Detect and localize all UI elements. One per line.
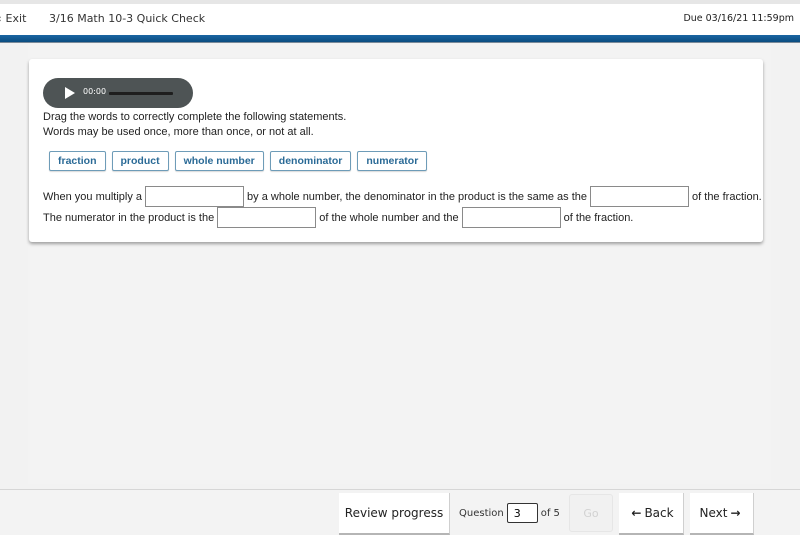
statement-1: When you multiply a by a whole number, t… xyxy=(43,186,762,207)
header-accent-bar xyxy=(0,35,800,43)
statement-2-text-a: The numerator in the product is the xyxy=(43,211,215,224)
drop-zone-1[interactable] xyxy=(145,186,245,207)
instructions-line-1: Drag the words to correctly complete the… xyxy=(43,111,347,123)
audio-time: 00:00 xyxy=(83,87,107,96)
exit-button[interactable]: ‹Exit xyxy=(0,12,26,25)
statement-1-text-b: by a whole number, the denominator in th… xyxy=(247,190,588,203)
back-button[interactable]: ← Back xyxy=(619,493,684,535)
audio-player[interactable]: 00:00 xyxy=(43,78,193,108)
word-chip-product[interactable]: product xyxy=(111,151,169,171)
statement-1-text-a: When you multiply a xyxy=(43,190,143,203)
statement-2-text-c: of the fraction. xyxy=(563,211,634,224)
next-label: Next xyxy=(699,506,728,520)
play-icon[interactable] xyxy=(65,87,75,99)
question-label: Question xyxy=(459,507,504,519)
question-card: 00:00 Drag the words to correctly comple… xyxy=(29,59,763,242)
word-chip-whole-number[interactable]: whole number xyxy=(174,151,264,171)
instructions-line-2: Words may be used once, more than once, … xyxy=(43,126,314,138)
word-chip-denominator[interactable]: denominator xyxy=(269,151,352,171)
instructions: Drag the words to correctly complete the… xyxy=(43,110,346,140)
arrow-left-icon: ← xyxy=(631,506,642,520)
chevron-left-icon: ‹ xyxy=(0,12,2,25)
exit-label: Exit xyxy=(5,12,27,25)
statement-1-text-c: of the fraction. xyxy=(692,190,762,203)
assignment-title: 3/16 Math 10-3 Quick Check xyxy=(49,12,206,25)
go-button[interactable]: Go xyxy=(569,494,613,532)
next-button[interactable]: Next → xyxy=(690,493,754,535)
statement-2-text-b: of the whole number and the xyxy=(319,211,459,224)
question-number-input[interactable] xyxy=(506,503,538,523)
word-chip-numerator[interactable]: numerator xyxy=(357,151,428,171)
footer-nav: Review progress Question of 5 Go ←Back N… xyxy=(0,489,800,535)
drop-zone-4[interactable] xyxy=(461,207,561,228)
question-total: of 5 xyxy=(540,507,560,519)
header: ‹Exit 3/16 Math 10-3 Quick Check Due 03/… xyxy=(0,4,800,35)
arrow-right-icon: → xyxy=(730,506,741,520)
back-label: Back xyxy=(644,506,674,520)
drop-zone-2[interactable] xyxy=(590,186,690,207)
due-date: Due 03/16/21 11:59pm xyxy=(683,13,794,24)
statement-2: The numerator in the product is the of t… xyxy=(43,207,633,228)
drop-zone-3[interactable] xyxy=(217,207,317,228)
question-navigator: Question of 5 xyxy=(459,493,560,533)
review-progress-button[interactable]: Review progress xyxy=(339,493,450,535)
audio-progress-track[interactable] xyxy=(109,92,173,95)
word-bank: fraction product whole number denominato… xyxy=(49,151,433,171)
word-chip-fraction[interactable]: fraction xyxy=(49,151,106,171)
